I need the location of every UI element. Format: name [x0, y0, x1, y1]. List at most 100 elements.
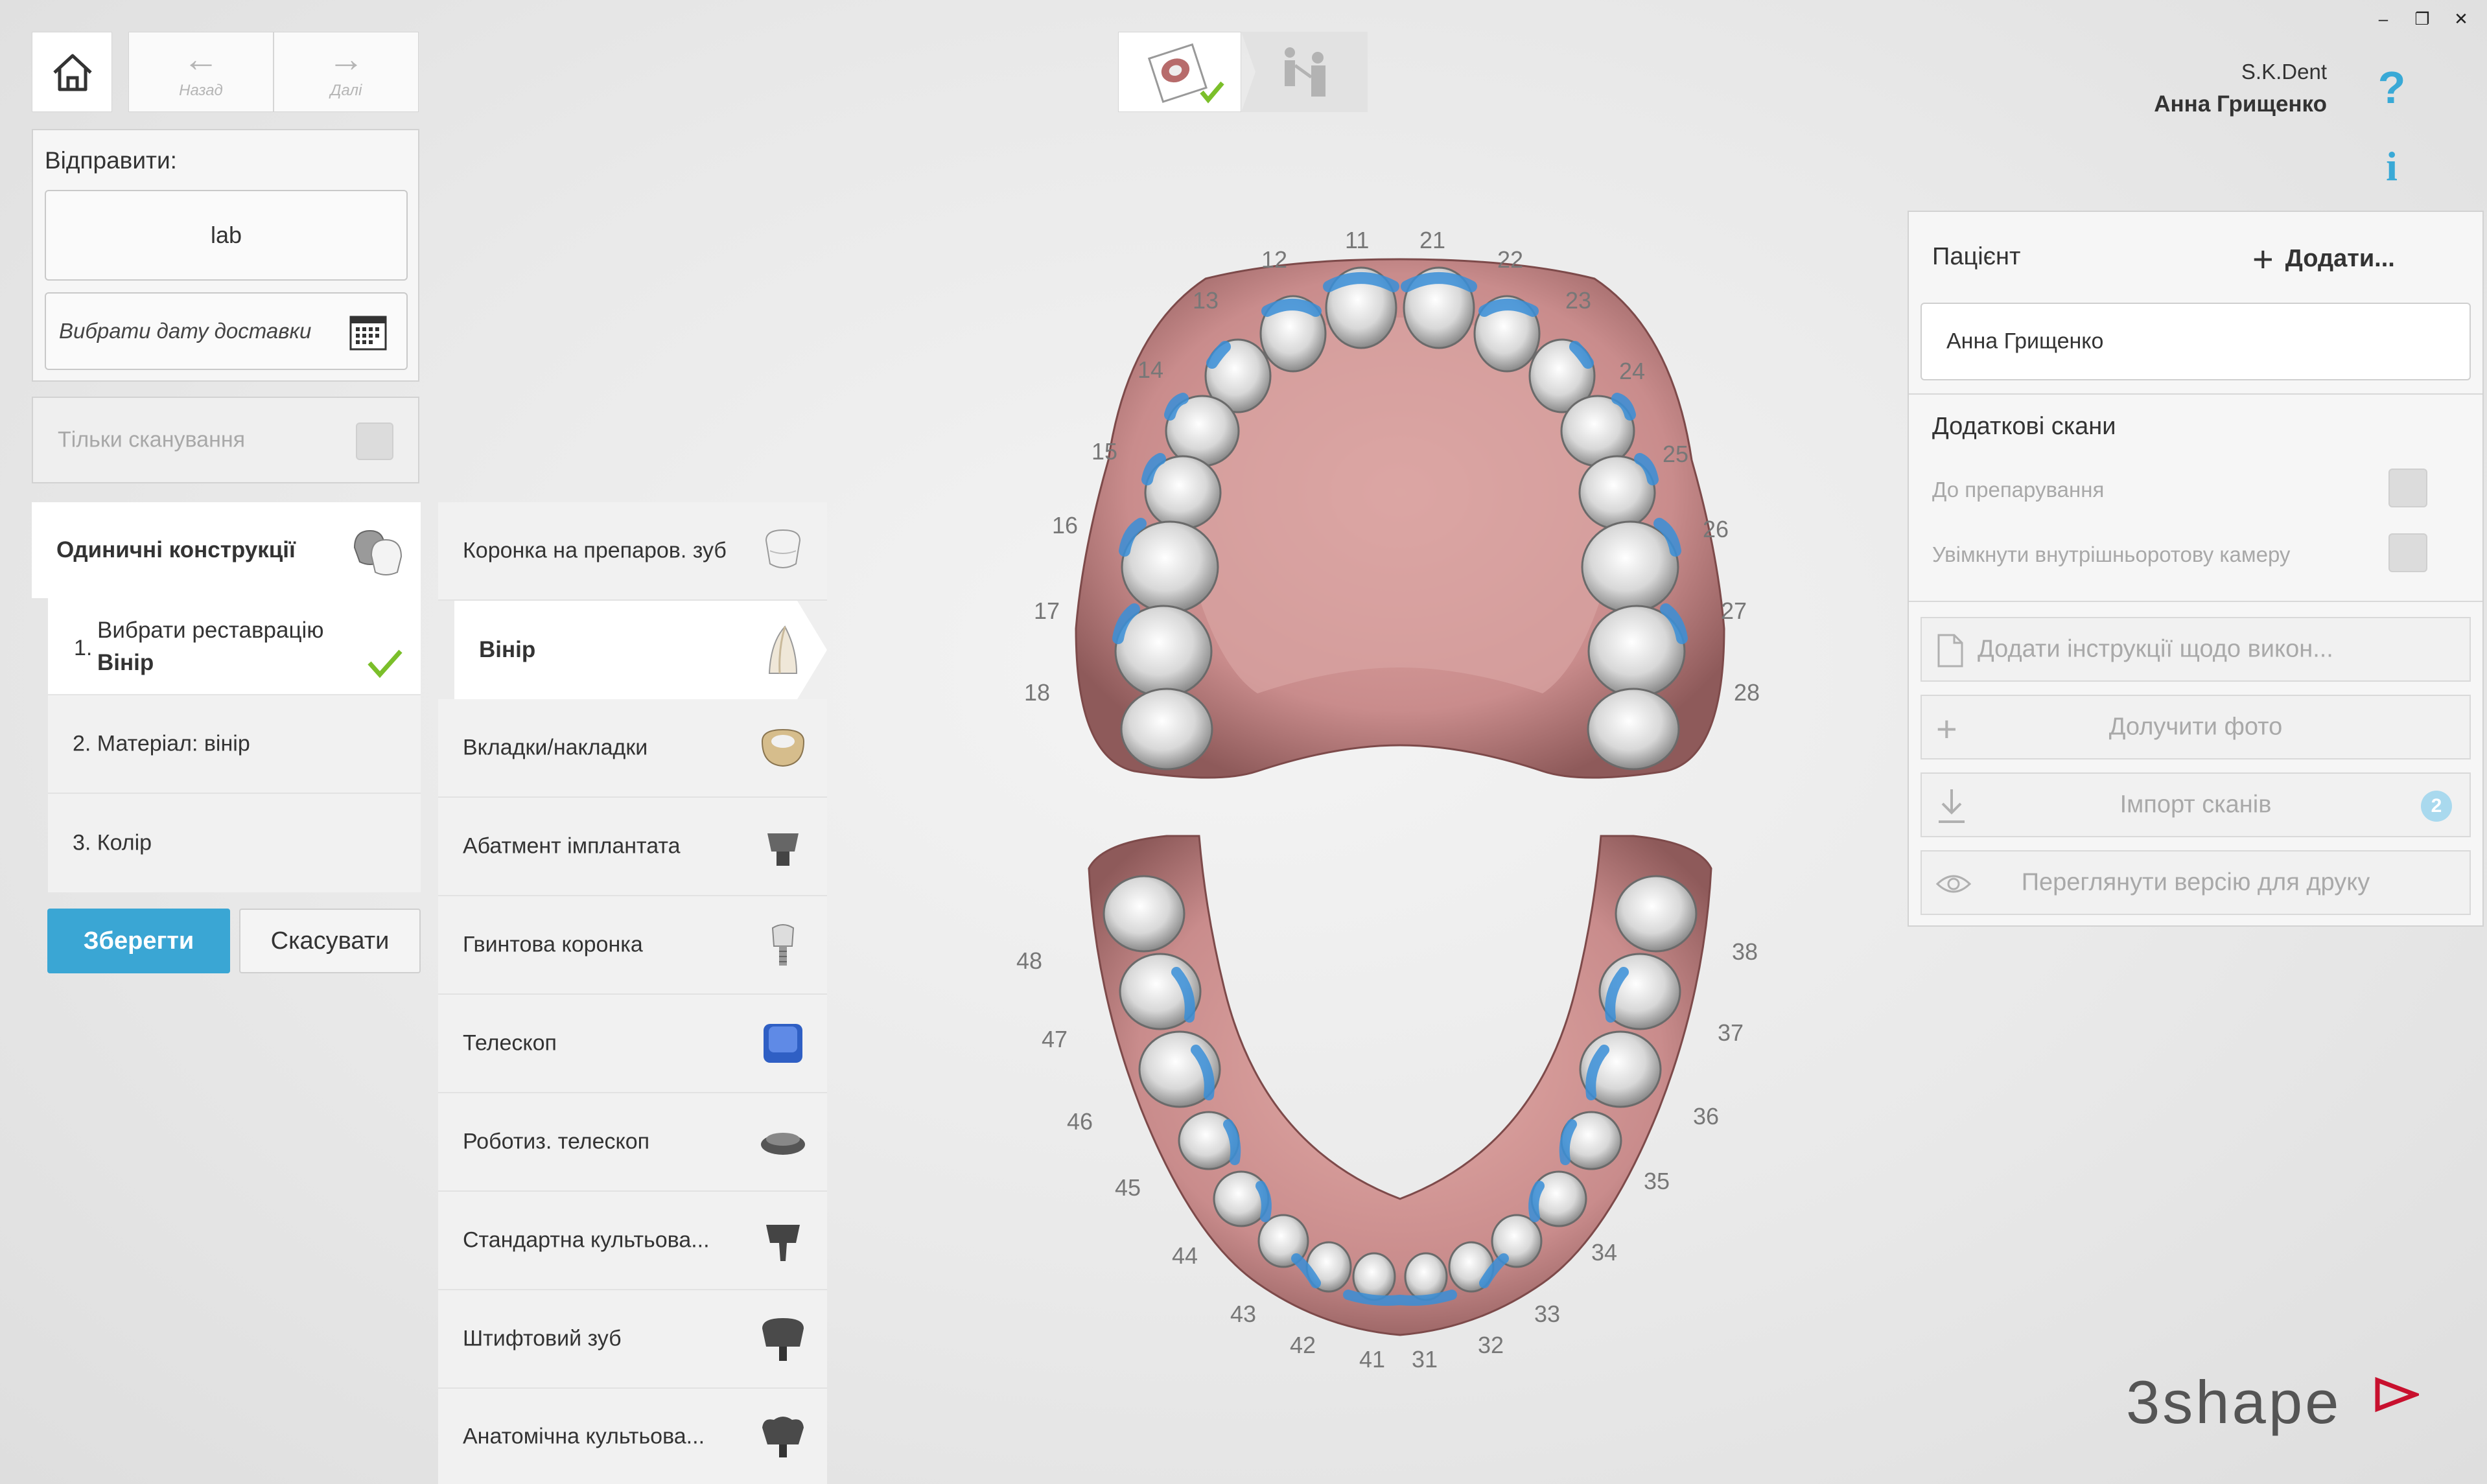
- restoration-telescope[interactable]: Телескоп: [438, 995, 827, 1093]
- anatomic-core-icon: [762, 1416, 804, 1457]
- tooth-number: 12: [1261, 246, 1288, 273]
- intraoral-camera-label: Увімкнути внутрішньоротову камеру: [1932, 542, 2291, 566]
- veneer-icon: [768, 625, 798, 674]
- send-title: Відправити:: [45, 147, 177, 174]
- company-name: S.K.Dent: [2241, 60, 2327, 84]
- plus-icon: +: [2252, 238, 2274, 279]
- close-button[interactable]: ✕: [2448, 9, 2474, 29]
- tooth-number: 27: [1721, 597, 1747, 624]
- calendar-icon[interactable]: [348, 312, 388, 352]
- tab-scan[interactable]: [1241, 32, 1368, 112]
- add-instructions-button[interactable]: Додати інструкції щодо викон...: [1921, 617, 2471, 682]
- tooth-number: 26: [1703, 516, 1729, 542]
- tooth-number: 22: [1497, 246, 1524, 273]
- tooth-number: 16: [1052, 512, 1079, 539]
- restoration-abutment[interactable]: Абатмент імплантата: [438, 798, 827, 896]
- tooth-number: 25: [1663, 441, 1689, 467]
- restoration-type-list: Коронка на препаров. зуб Вінір Вкладки/н…: [438, 502, 827, 1484]
- back-button[interactable]: ← Назад: [128, 32, 274, 112]
- workflow-header[interactable]: Одиничні конструкції: [32, 502, 421, 598]
- forward-button[interactable]: → Далі: [274, 32, 419, 112]
- restoration-screw-crown[interactable]: Гвинтова коронка: [438, 896, 827, 995]
- abutment-icon: [767, 833, 799, 866]
- save-button[interactable]: Зберегти: [47, 909, 230, 973]
- delivery-date-input[interactable]: Вибрати дату доставки: [45, 292, 408, 370]
- tooth-number: 14: [1138, 356, 1164, 383]
- workflow-step-material[interactable]: 2. Матеріал: вінір: [48, 695, 421, 794]
- restoration-pin-tooth[interactable]: Штифтовий зуб: [438, 1290, 827, 1389]
- document-icon: [1937, 634, 1963, 667]
- crowns-icon: [353, 529, 403, 575]
- restore-button[interactable]: ❐: [2409, 9, 2435, 29]
- telescope-icon: [764, 1024, 802, 1063]
- restoration-anatomic-core[interactable]: Анатомічна культьова...: [438, 1389, 827, 1484]
- tooth-number: 41: [1359, 1346, 1386, 1373]
- patient-panel: Пацієнт + Додати... Анна Грищенко Додатко…: [1908, 211, 2484, 927]
- tooth-number: 43: [1230, 1301, 1257, 1327]
- restoration-standard-post-core[interactable]: Стандартна культьова...: [438, 1192, 827, 1290]
- tooth-number: 21: [1419, 227, 1446, 253]
- attach-photo-button[interactable]: + Долучити фото: [1921, 695, 2471, 759]
- divider: [1909, 393, 2482, 395]
- restoration-robotic-telescope[interactable]: Роботиз. телескоп: [438, 1093, 827, 1192]
- tooth-number: 38: [1732, 938, 1758, 965]
- home-icon: [53, 54, 92, 91]
- tooth-number: 13: [1193, 287, 1219, 314]
- tooth-number: 17: [1034, 597, 1060, 624]
- tooth-number: 44: [1172, 1242, 1198, 1269]
- tooth-number: 37: [1718, 1019, 1744, 1046]
- tab-order-form[interactable]: [1118, 32, 1241, 112]
- add-patient-button[interactable]: + Додати...: [2252, 238, 2395, 279]
- doctor-patient-icon: [1285, 47, 1325, 97]
- lab-selector[interactable]: lab: [45, 190, 408, 281]
- home-button[interactable]: [32, 32, 112, 112]
- tooth-number: 18: [1024, 679, 1051, 706]
- order-form-icon: [1147, 43, 1224, 104]
- tooth-number: 23: [1565, 287, 1592, 314]
- patient-name-field[interactable]: Анна Грищенко: [1921, 303, 2471, 380]
- patient-title: Пацієнт: [1932, 243, 2021, 270]
- info-icon[interactable]: i: [2372, 143, 2411, 194]
- restoration-veneer[interactable]: Вінір: [454, 601, 827, 699]
- cancel-button[interactable]: Скасувати: [239, 909, 421, 973]
- tooth-number: 36: [1693, 1103, 1720, 1130]
- tooth-number: 24: [1619, 358, 1646, 384]
- workflow-step-restoration[interactable]: 1. Вибрати реставрацію Вінір: [48, 598, 421, 695]
- post-core-icon: [766, 1225, 800, 1261]
- tooth-number: 47: [1042, 1026, 1068, 1052]
- arrow-left-icon: ←: [183, 38, 219, 79]
- tooth-number: 42: [1290, 1332, 1316, 1358]
- arrow-right-icon: →: [328, 38, 364, 79]
- divider: [1909, 601, 2482, 602]
- user-name: Анна Грищенко: [2154, 91, 2327, 117]
- workflow-step-color[interactable]: 3. Колір: [48, 794, 421, 892]
- tooth-number: 48: [1016, 947, 1043, 974]
- extra-scans-title: Додаткові скани: [1932, 413, 2116, 440]
- send-panel: Відправити: lab Вибрати дату доставки: [32, 129, 419, 382]
- import-scans-button[interactable]: Імпорт сканів 2: [1921, 772, 2471, 837]
- tooth-number: 31: [1412, 1346, 1438, 1373]
- tooth-number: 28: [1734, 679, 1760, 706]
- tooth-number: 34: [1591, 1239, 1618, 1266]
- dental-chart[interactable]: [1011, 214, 1789, 1380]
- pre-prep-checkbox[interactable]: [2388, 469, 2427, 507]
- robot-telescope-icon: [761, 1133, 805, 1155]
- scan-only-checkbox[interactable]: [356, 423, 393, 460]
- tooth-number: 33: [1534, 1301, 1561, 1327]
- tooth-number: 32: [1478, 1332, 1504, 1358]
- screw-crown-icon: [771, 924, 795, 966]
- scan-only-option[interactable]: Тільки сканування: [32, 397, 419, 483]
- tooth-number: 45: [1115, 1174, 1141, 1201]
- print-preview-button[interactable]: Переглянути версію для друку: [1921, 850, 2471, 915]
- help-icon[interactable]: ?: [2372, 62, 2411, 113]
- tooth-number: 11: [1345, 227, 1370, 253]
- tooth-number: 35: [1644, 1168, 1670, 1194]
- import-count-badge: 2: [2421, 791, 2452, 822]
- minimize-button[interactable]: –: [2370, 9, 2396, 29]
- restoration-inlay[interactable]: Вкладки/накладки: [438, 699, 827, 798]
- check-icon: [368, 649, 403, 678]
- intraoral-camera-checkbox[interactable]: [2388, 533, 2427, 572]
- restoration-crown[interactable]: Коронка на препаров. зуб: [438, 502, 827, 601]
- brand-logo: 3shape: [2126, 1367, 2450, 1436]
- tooth-number: 15: [1092, 438, 1118, 465]
